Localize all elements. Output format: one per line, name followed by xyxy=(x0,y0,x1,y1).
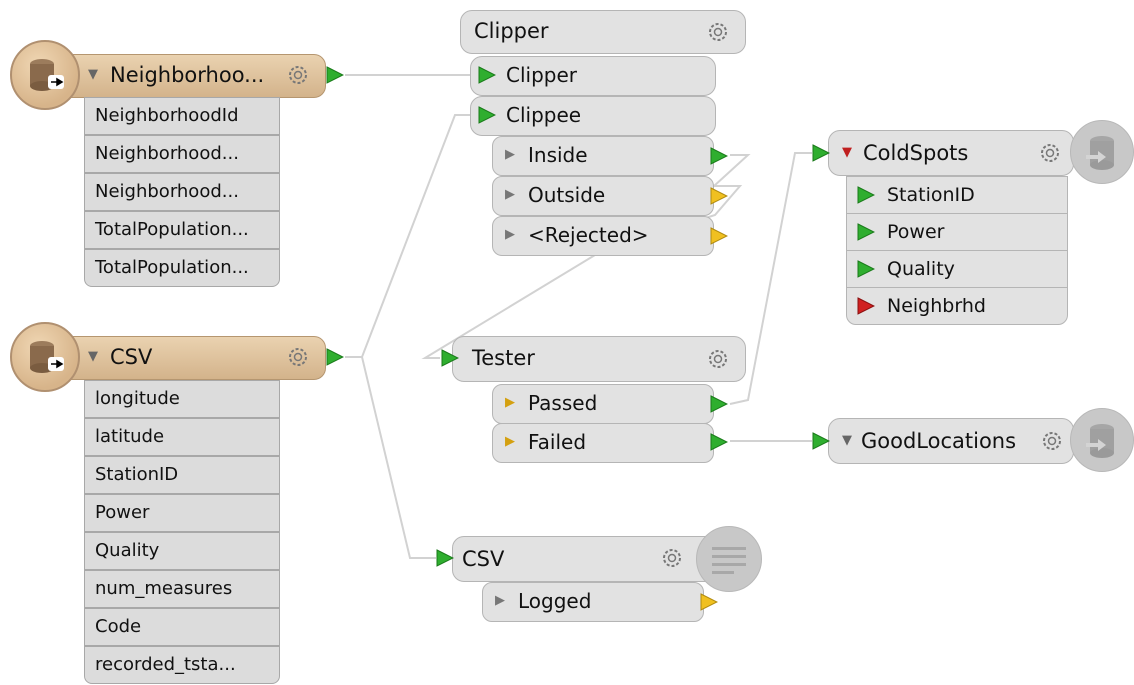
input-port-icon[interactable] xyxy=(436,549,454,567)
attribute-row: NeighborhoodId xyxy=(84,97,280,135)
attribute-row: StationID xyxy=(84,456,280,494)
expand-arrow-icon[interactable]: ▶ xyxy=(495,582,505,620)
output-port-passed[interactable] xyxy=(492,384,714,424)
attribute-row: longitude xyxy=(84,380,280,418)
reader-neighborhood-icon[interactable] xyxy=(10,40,80,110)
wire-csv-to-logger xyxy=(361,356,436,559)
attribute-label: Quality xyxy=(887,258,955,280)
list-lines-icon xyxy=(712,547,746,574)
input-port-icon[interactable] xyxy=(441,349,459,367)
expand-arrow-icon[interactable]: ▶ xyxy=(505,176,515,214)
transformer-title: Tester xyxy=(472,346,535,370)
expand-arrow-icon[interactable]: ▶ xyxy=(505,384,515,422)
attribute-port-icon-error xyxy=(857,297,875,315)
output-port-label: <Rejected> xyxy=(528,223,649,247)
gear-icon[interactable] xyxy=(286,345,310,369)
attribute-row: recorded_tsta... xyxy=(84,646,280,684)
output-port-label: Inside xyxy=(528,143,588,167)
input-port-icon[interactable] xyxy=(812,432,830,450)
writer-goodlocations-icon[interactable] xyxy=(1070,408,1134,472)
wire-csv-to-clippee xyxy=(345,114,478,358)
output-port-icon[interactable] xyxy=(326,348,344,366)
writer-attribute-row: Power xyxy=(846,213,1068,251)
attribute-row: latitude xyxy=(84,418,280,456)
collapse-arrow-icon[interactable]: ▼ xyxy=(88,336,98,378)
input-port-label: Clipper xyxy=(506,63,577,87)
output-port-icon[interactable] xyxy=(710,147,728,165)
gear-icon[interactable] xyxy=(706,347,730,371)
attribute-row: num_measures xyxy=(84,570,280,608)
transformer-title: CSV xyxy=(462,547,505,571)
attribute-row: TotalPopulation... xyxy=(84,249,280,287)
collapse-arrow-icon[interactable]: ▼ xyxy=(842,420,852,462)
attribute-row: Neighborhood... xyxy=(84,173,280,211)
writer-coldspots-icon[interactable] xyxy=(1070,120,1134,184)
reader-csv-icon[interactable] xyxy=(10,322,80,392)
expand-arrow-icon[interactable]: ▶ xyxy=(505,136,515,174)
writer-attribute-row: Neighbrhd xyxy=(846,287,1068,325)
attribute-port-icon xyxy=(857,186,875,204)
attribute-port-icon xyxy=(857,223,875,241)
database-writer-icon xyxy=(1086,424,1114,458)
gear-icon[interactable] xyxy=(1040,429,1064,453)
writer-title: ColdSpots xyxy=(863,141,969,165)
attribute-label: Neighbrhd xyxy=(887,295,986,317)
attribute-label: Power xyxy=(887,221,945,243)
database-reader-icon xyxy=(30,341,64,373)
gear-icon[interactable] xyxy=(660,546,684,570)
expand-arrow-icon[interactable]: ▶ xyxy=(505,423,515,461)
reader-title: CSV xyxy=(110,345,153,369)
output-port-label: Failed xyxy=(528,430,587,454)
gear-icon[interactable] xyxy=(706,20,730,44)
output-port-icon[interactable] xyxy=(710,187,728,205)
input-port-icon[interactable] xyxy=(478,66,496,84)
workspace-canvas[interactable]: ▼ Neighborhoo... NeighborhoodId Neighbor… xyxy=(0,0,1134,685)
gear-icon[interactable] xyxy=(286,63,310,87)
gear-icon[interactable] xyxy=(1038,141,1062,165)
collapse-arrow-icon[interactable]: ▼ xyxy=(842,132,852,174)
output-port-icon[interactable] xyxy=(326,66,344,84)
output-port-failed[interactable] xyxy=(492,423,714,463)
logger-icon[interactable] xyxy=(696,526,762,592)
input-port-icon[interactable] xyxy=(812,144,830,162)
output-port-label: Outside xyxy=(528,183,606,207)
output-port-label: Logged xyxy=(518,589,592,613)
database-writer-icon xyxy=(1086,136,1114,170)
output-port-inside[interactable] xyxy=(492,136,714,176)
writer-attribute-row: StationID xyxy=(846,176,1068,214)
input-port-label: Clippee xyxy=(506,103,582,127)
transformer-title: Clipper xyxy=(474,19,549,43)
attribute-row: Quality xyxy=(84,532,280,570)
writer-title: GoodLocations xyxy=(861,429,1017,453)
output-port-icon[interactable] xyxy=(710,227,728,245)
attribute-row: Neighborhood... xyxy=(84,135,280,173)
attribute-row: Code xyxy=(84,608,280,646)
reader-title: Neighborhoo... xyxy=(110,63,265,87)
output-port-icon[interactable] xyxy=(710,395,728,413)
output-port-label: Passed xyxy=(528,391,598,415)
output-port-logged[interactable] xyxy=(482,582,704,622)
attribute-row: Power xyxy=(84,494,280,532)
attribute-label: StationID xyxy=(887,184,975,206)
expand-arrow-icon[interactable]: ▶ xyxy=(505,216,515,254)
attribute-row: TotalPopulation... xyxy=(84,211,280,249)
attribute-port-icon xyxy=(857,260,875,278)
writer-attribute-row: Quality xyxy=(846,250,1068,288)
output-port-icon[interactable] xyxy=(700,593,718,611)
database-reader-icon xyxy=(30,59,64,91)
input-port-icon[interactable] xyxy=(478,106,496,124)
collapse-arrow-icon[interactable]: ▼ xyxy=(88,54,98,96)
output-port-icon[interactable] xyxy=(710,433,728,451)
